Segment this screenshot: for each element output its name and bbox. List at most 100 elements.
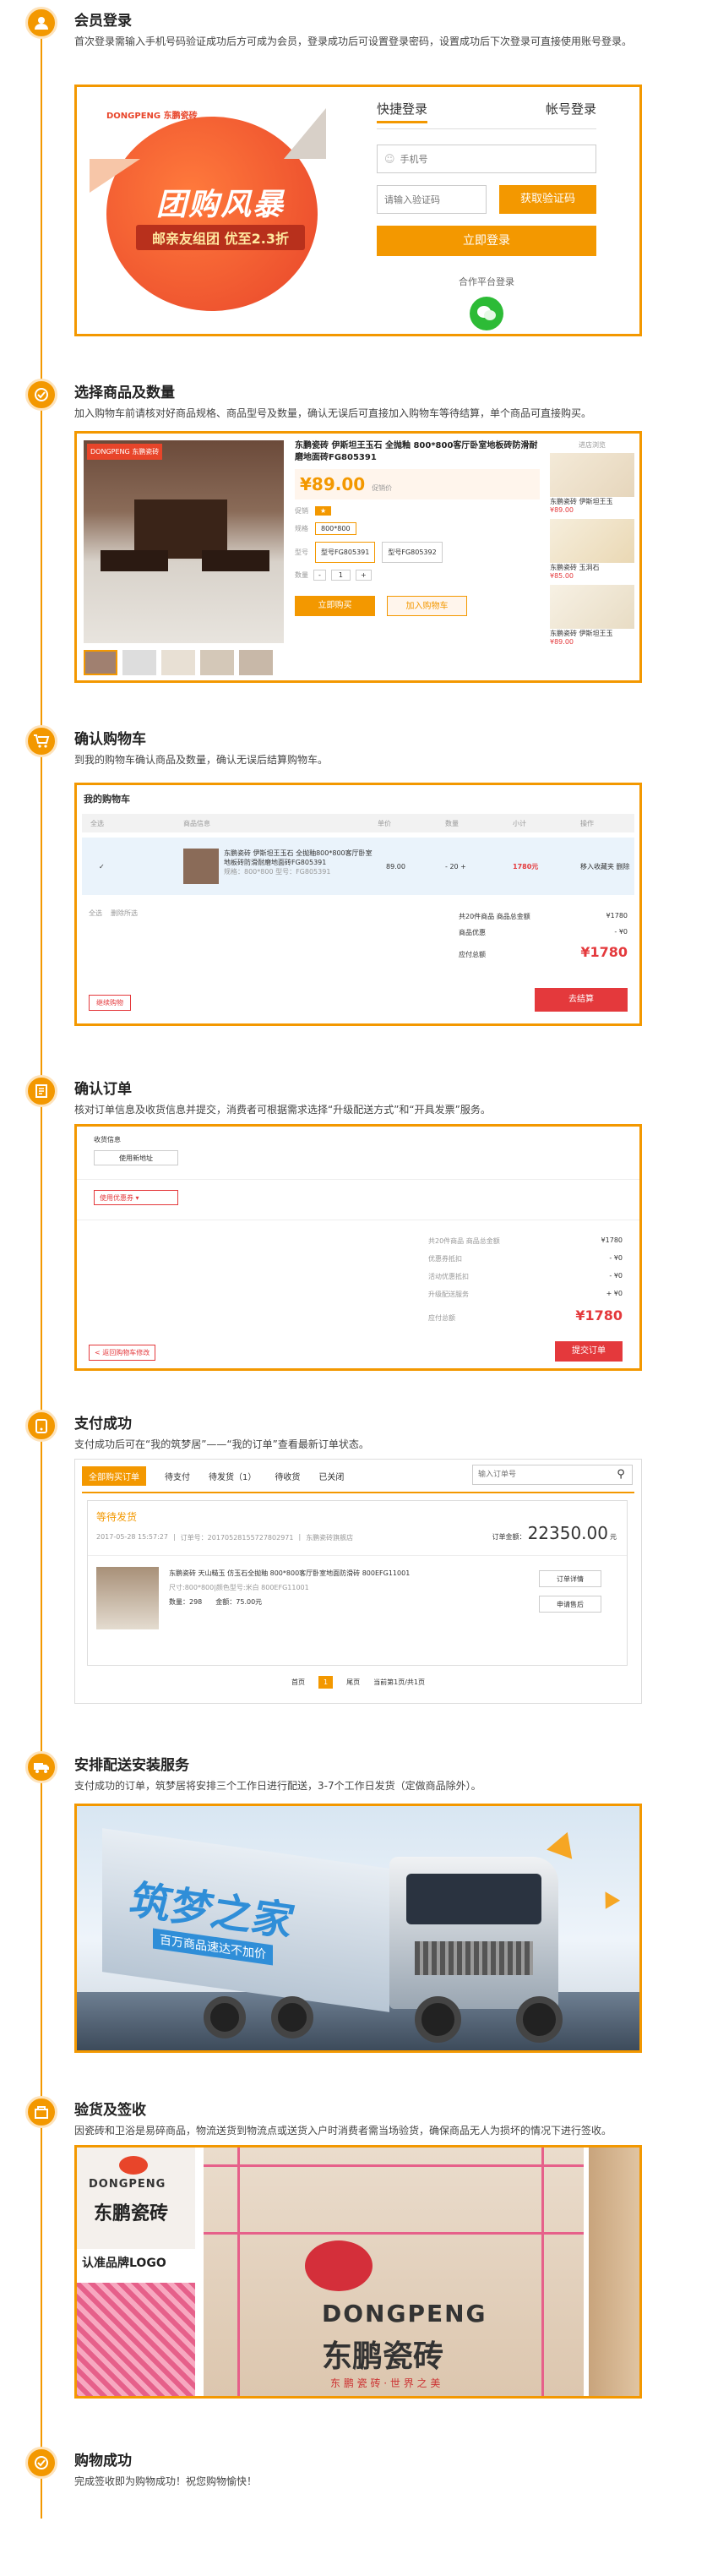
order-item-name[interactable]: 东鹏瓷砖 天山糙玉 仿玉石全抛釉 800*800客厅卧室地面防滑砖 800EFG… [169, 1569, 507, 1578]
side-item[interactable]: 东鹏瓷砖 玉洞石 ¥85.00 [550, 519, 634, 580]
store-name[interactable]: 东鹏瓷砖旗舰店 [306, 1533, 353, 1542]
order-tabs: 全部购买订单 待支付 待发货（1） 待收货 已关闭 [82, 1466, 344, 1486]
tab-closed[interactable]: 已关闭 [318, 1470, 344, 1482]
product-name: 东鹏瓷砖 伊斯坦王玉石 全抛釉 800*800客厅卧室地板砖防滑耐磨地面砖FG8… [295, 441, 538, 462]
tab-unpaid[interactable]: 待支付 [165, 1470, 190, 1482]
cart-item-name[interactable]: 东鹏瓷砖 伊斯坦王玉石 全抛釉800*800客厅卧室地板砖防滑耐磨地面砖FG80… [224, 849, 378, 867]
order-icon [25, 1075, 57, 1107]
qty-label: 数量 [295, 571, 308, 579]
thumbnail[interactable] [200, 650, 234, 675]
phone-field[interactable]: ☺ [377, 145, 596, 173]
order-item-qty: 数量：298 [169, 1598, 203, 1606]
thumbnail[interactable] [122, 650, 156, 675]
step-title: 支付成功 [74, 1416, 132, 1433]
phone-input[interactable] [400, 153, 569, 165]
order-number: 订单号：20170528155727802971 [180, 1534, 294, 1542]
submit-order-button[interactable]: 提交订单 [555, 1341, 623, 1362]
promo-label: 促销 [295, 507, 308, 515]
user-icon [25, 7, 57, 39]
truck-trailer-text: 筑梦之家 [128, 1875, 291, 1946]
row-checkbox[interactable]: ✓ [82, 863, 183, 870]
inspect-icon [25, 2096, 57, 2128]
continue-shopping-button[interactable]: 继续购物 [89, 995, 131, 1011]
pager-first[interactable]: 首页 [291, 1678, 305, 1687]
check-icon [25, 379, 57, 411]
get-code-button[interactable]: 获取验证码 [499, 185, 596, 214]
spec-option[interactable]: 800*800 [315, 522, 356, 535]
summary-row: 活动优惠抵扣 - ¥0 [428, 1272, 623, 1280]
thumbnail[interactable] [161, 650, 195, 675]
delivery-image: 筑梦之家 百万商品速达不加价 [74, 1804, 642, 2053]
cart-header-row: 全选 商品信息 单价 数量 小计 操作 [82, 814, 634, 832]
cart-item-spec: 规格：800*800 型号：FG805391 [224, 868, 331, 876]
model-label: 型号 [295, 548, 308, 556]
cart-icon [25, 725, 57, 757]
order-card: 等待发货 2017-05-28 15:57:27 | 订单号：2017052815… [87, 1500, 628, 1666]
user-icon: ☺ [384, 153, 395, 165]
tab-to-receive[interactable]: 待收货 [275, 1470, 300, 1482]
order-confirm-screenshot: 收货信息 使用新地址 使用优惠券 ▾ 共20件商品 商品总金额 ¥1780 优惠券… [74, 1124, 642, 1371]
promo-badge: ★ [315, 506, 332, 516]
total-amount: ¥1780 [606, 912, 628, 920]
add-to-cart-button[interactable]: 加入购物车 [387, 596, 467, 616]
after-sale-button[interactable]: 申请售后 [539, 1596, 601, 1613]
order-status: 等待发货 [96, 1511, 138, 1523]
cart-screenshot: 我的购物车 全选 商品信息 单价 数量 小计 操作 ✓ 东鹏瓷砖 伊斯坦王玉石 … [74, 783, 642, 1026]
cart-item-ops[interactable]: 移入收藏夹 删除 [580, 862, 631, 871]
order-search-input[interactable] [473, 1465, 610, 1484]
step-title: 确认订单 [74, 1081, 132, 1098]
step-title: 确认购物车 [74, 731, 146, 748]
login-button[interactable]: 立即登录 [377, 226, 596, 256]
model-option-b[interactable]: 型号FG805392 [382, 542, 443, 563]
brand-logo: DONGPENG 东鹏瓷砖 [87, 444, 163, 460]
header-product: 商品信息 [183, 819, 210, 827]
orders-screenshot: 全部购买订单 待支付 待发货（1） 待收货 已关闭 ⚲ 等待发货 2017-05… [74, 1459, 642, 1704]
total-count-label: 共20件商品 商品总金额 [459, 913, 530, 920]
product-screenshot: DONGPENG 东鹏瓷砖 东鹏瓷砖 伊斯坦王玉石 全抛釉 800*800客厅卧… [74, 431, 642, 683]
pay-label: 应付总额 [459, 951, 486, 958]
model-option-a[interactable]: 型号FG805391 [315, 542, 376, 563]
code-input[interactable] [377, 185, 487, 214]
side-item[interactable]: 东鹏瓷砖 伊斯坦王玉 ¥89.00 [550, 453, 634, 514]
thumbnail[interactable] [239, 650, 273, 675]
search-icon[interactable]: ⚲ [610, 1465, 632, 1484]
header-subtotal: 小计 [513, 819, 526, 827]
packaging-strap [77, 2283, 195, 2396]
cart-item-info: 东鹏瓷砖 伊斯坦王玉石 全抛釉800*800客厅卧室地板砖防滑耐磨地面砖FG80… [183, 849, 378, 884]
order-item-image[interactable] [96, 1567, 159, 1629]
inspect-image: DONGPENG 东鹏瓷砖 认准品牌LOGO DONGPENG 东鹏瓷砖 东 鹏… [74, 2145, 642, 2399]
footer-select-all[interactable]: 全选 [89, 909, 102, 918]
pager-info: 当前第1页/共1页 [373, 1678, 425, 1686]
cart-title: 我的购物车 [84, 794, 130, 805]
checkout-button[interactable]: 去结算 [535, 988, 628, 1012]
tab-to-ship[interactable]: 待发货（1） [209, 1470, 256, 1482]
cart-item-price: 89.00 [386, 862, 405, 870]
qty-plus-button[interactable]: + [355, 570, 372, 581]
cart-qty-stepper[interactable]: - 20 + [445, 863, 513, 870]
qty-input[interactable]: 1 [330, 570, 351, 581]
truck-icon [25, 1751, 57, 1783]
pay-amount: ¥1780 [575, 1307, 623, 1323]
step-title: 会员登录 [74, 13, 132, 30]
wechat-login-icon[interactable] [470, 297, 503, 330]
buy-now-button[interactable]: 立即购买 [295, 596, 375, 616]
thumbnail-strip [84, 650, 273, 675]
pager-last[interactable]: 尾页 [346, 1678, 360, 1687]
tab-account-login[interactable]: 帐号登录 [546, 100, 596, 123]
back-to-cart-link[interactable]: < 返回购物车修改 [89, 1345, 156, 1361]
order-date: 2017-05-28 15:57:27 [96, 1533, 168, 1541]
new-address-button[interactable]: 使用新地址 [94, 1150, 178, 1165]
order-detail-button[interactable]: 订单详情 [539, 1570, 601, 1587]
partner-login-label: 合作平台登录 [459, 276, 514, 287]
tab-quick-login[interactable]: 快捷登录 [377, 100, 428, 123]
side-item[interactable]: 东鹏瓷砖 伊斯坦王玉 ¥89.00 [550, 585, 634, 646]
qty-minus-button[interactable]: - [313, 570, 326, 581]
header-select-all[interactable]: 全选 [82, 819, 183, 828]
pager-current[interactable]: 1 [318, 1676, 334, 1689]
summary-row: 升级配送服务 + ¥0 [428, 1290, 623, 1298]
thumbnail[interactable] [84, 650, 117, 675]
tab-all-orders[interactable]: 全部购买订单 [82, 1466, 146, 1486]
product-image: DONGPENG 东鹏瓷砖 [84, 440, 284, 643]
coupon-select[interactable]: 使用优惠券 ▾ [94, 1190, 178, 1205]
delete-selected-link[interactable]: 删除所选 [111, 909, 138, 918]
